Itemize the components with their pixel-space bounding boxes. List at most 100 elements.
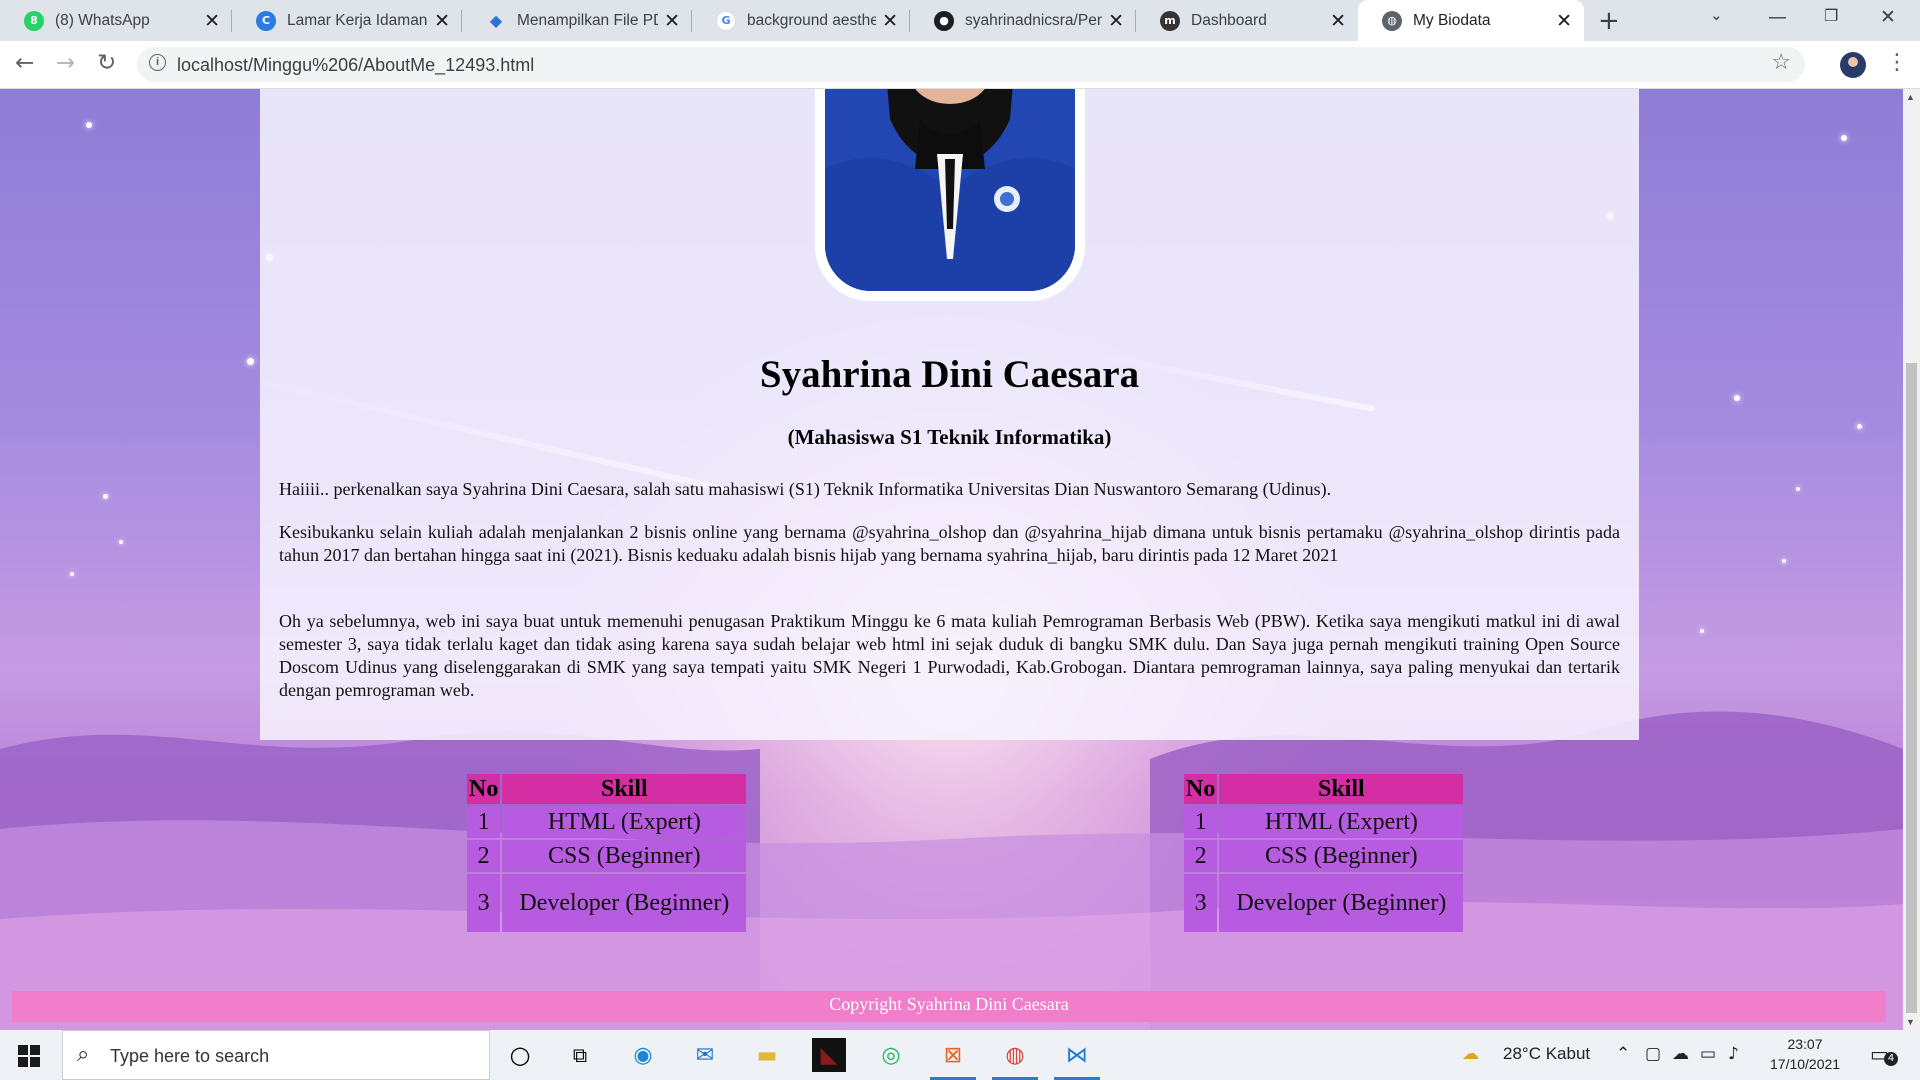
biodata-card: Syahrina Dini Caesara (Mahasiswa S1 Tekn… [260, 89, 1639, 740]
column-header-skill: Skill [502, 774, 747, 804]
google-icon: G [716, 10, 736, 31]
skill-table: No Skill 1 HTML (Expert) 2 CSS (Beginner… [1182, 772, 1465, 934]
page-subtitle: (Mahasiswa S1 Teknik Informatika) [787, 425, 1112, 449]
back-icon[interactable]: ← [15, 50, 34, 76]
skill-name: CSS (Beginner) [502, 840, 747, 872]
browser-tab-strip: 8 (8) WhatsApp ✕ C Lamar Kerja Idaman di… [0, 0, 1920, 41]
tab-dashboard[interactable]: m Dashboard ✕ [1136, 0, 1358, 41]
row-number: 2 [467, 840, 501, 872]
tab-background-aesthetic[interactable]: G background aesthetic ✕ [692, 0, 910, 41]
close-tab-icon[interactable]: ✕ [434, 10, 450, 32]
taskbar-search-box[interactable]: ⌕ Type here to search [62, 1030, 490, 1080]
meet-now-icon[interactable]: ▢ [1645, 1044, 1661, 1064]
github-icon: ● [934, 10, 954, 31]
notification-center-icon[interactable]: ▭ 4 [1870, 1042, 1898, 1066]
close-tab-icon[interactable]: ✕ [882, 10, 898, 32]
xampp-icon[interactable]: ⊠ [930, 1038, 976, 1080]
close-window-icon[interactable]: ✕ [1880, 6, 1896, 28]
clock-time: 23:07 [1787, 1036, 1823, 1052]
tab-title: Lamar Kerja Idaman di [287, 11, 428, 29]
weather-text[interactable]: 28°C Kabut [1503, 1044, 1590, 1064]
skill-name: Developer (Beginner) [1219, 874, 1464, 932]
reload-icon[interactable]: ↻ [97, 50, 116, 76]
table-row: 1 HTML (Expert) [467, 806, 747, 838]
page-footer: Copyright Syahrina Dini Caesara [12, 991, 1886, 1022]
restore-icon[interactable]: ❐ [1824, 6, 1838, 25]
table-row: 3 Developer (Beginner) [1184, 874, 1464, 932]
chrome-icon[interactable]: ◍ [992, 1038, 1038, 1080]
tab-github[interactable]: ● syahrinadnicsra/Pem ✕ [910, 0, 1136, 41]
cortana-icon[interactable]: ○ [503, 1038, 537, 1072]
row-number: 3 [467, 874, 501, 932]
tab-title: syahrinadnicsra/Pem [965, 11, 1103, 29]
volume-icon[interactable]: ♪ [1728, 1044, 1739, 1064]
clock-date: 17/10/2021 [1770, 1056, 1841, 1072]
diamond-icon: ◆ [489, 11, 503, 30]
page-viewport: Syahrina Dini Caesara (Mahasiswa S1 Tekn… [0, 89, 1903, 1030]
column-header-skill: Skill [1219, 774, 1464, 804]
table-row: 2 CSS (Beginner) [467, 840, 747, 872]
new-tab-icon[interactable]: + [1598, 6, 1620, 36]
tab-whatsapp[interactable]: 8 (8) WhatsApp ✕ [0, 0, 232, 41]
course-paragraph: Oh ya sebelumnya, web ini saya buat untu… [279, 611, 1620, 700]
close-tab-icon[interactable]: ✕ [664, 10, 680, 32]
close-tab-icon[interactable]: ✕ [1330, 10, 1346, 32]
vscode-icon[interactable]: ⋈ [1054, 1038, 1100, 1080]
table-header-row: No Skill [467, 774, 747, 804]
row-number: 1 [467, 806, 501, 838]
tab-search-chevron-icon[interactable]: ⌄ [1710, 6, 1723, 24]
vertical-scrollbar[interactable]: ▲ ▼ [1903, 89, 1920, 1030]
site-info-icon[interactable]: i [149, 54, 166, 71]
windows-taskbar: ⌕ Type here to search ○ ⧉ ◉ ✉ ▬ ◣ ◎ ⊠ ◍ … [0, 1030, 1920, 1080]
row-number: 3 [1184, 874, 1218, 932]
skill-name: Developer (Beginner) [502, 874, 747, 932]
tray-chevron-icon[interactable]: ⌃ [1616, 1044, 1630, 1064]
file-explorer-icon[interactable]: ▬ [750, 1038, 784, 1072]
system-clock[interactable]: 23:07 17/10/2021 [1770, 1034, 1840, 1074]
mail-icon[interactable]: ✉ [688, 1038, 722, 1072]
tab-title: (8) WhatsApp [55, 11, 150, 29]
windows-start-icon[interactable] [18, 1045, 40, 1067]
globe-icon: ◍ [1382, 10, 1402, 31]
network-icon[interactable]: ☁ [1672, 1044, 1689, 1064]
tab-title: background aesthetic [747, 11, 877, 29]
weather-icon[interactable]: ☁ [1462, 1044, 1479, 1064]
scrollbar-thumb[interactable] [1906, 363, 1917, 1013]
skill-name: HTML (Expert) [502, 806, 747, 838]
search-icon: ⌕ [77, 1042, 90, 1067]
close-tab-icon[interactable]: ✕ [204, 10, 220, 32]
battery-icon[interactable]: ▭ [1700, 1044, 1716, 1064]
c-logo-icon: C [256, 10, 276, 31]
business-paragraph: Kesibukanku selain kuliah adalah menjala… [279, 522, 1620, 565]
url-text[interactable]: localhost/Minggu%206/AboutMe_12493.html [177, 55, 534, 76]
browser-menu-icon[interactable]: ⋮ [1886, 50, 1908, 75]
table-row: 1 HTML (Expert) [1184, 806, 1464, 838]
scroll-down-icon[interactable]: ▼ [1906, 1017, 1915, 1027]
whatsapp-icon: 8 [24, 10, 44, 31]
task-view-icon[interactable]: ⧉ [563, 1038, 597, 1072]
forward-icon[interactable]: → [56, 50, 75, 76]
tab-title: Dashboard [1191, 11, 1267, 29]
address-bar[interactable]: i localhost/Minggu%206/AboutMe_12493.htm… [137, 47, 1805, 82]
table-row: 3 Developer (Beginner) [467, 874, 747, 932]
profile-avatar[interactable] [1840, 52, 1866, 78]
minimize-icon[interactable]: — [1768, 6, 1787, 28]
close-tab-icon[interactable]: ✕ [1556, 10, 1572, 32]
close-tab-icon[interactable]: ✕ [1108, 10, 1124, 32]
tab-my-biodata[interactable]: ◍ My Biodata ✕ [1358, 0, 1584, 41]
scroll-up-icon[interactable]: ▲ [1906, 92, 1915, 102]
bat-app-icon[interactable]: ◣ [812, 1038, 846, 1072]
table-header-row: No Skill [1184, 774, 1464, 804]
profile-photo-frame [815, 89, 1085, 301]
edge-icon[interactable]: ◉ [626, 1038, 660, 1072]
skill-name: HTML (Expert) [1219, 806, 1464, 838]
tab-title: My Biodata [1413, 11, 1491, 29]
profile-photo [825, 89, 1075, 291]
tab-lamar-kerja[interactable]: C Lamar Kerja Idaman di ✕ [232, 0, 462, 41]
tab-menampilkan-pdf[interactable]: ◆ Menampilkan File PDF ✕ [462, 0, 692, 41]
spotify-icon[interactable]: ◎ [874, 1038, 908, 1072]
address-toolbar: ← → ↻ i localhost/Minggu%206/AboutMe_124… [0, 41, 1920, 89]
skill-table: No Skill 1 HTML (Expert) 2 CSS (Beginner… [465, 772, 748, 934]
profile-photo-illustration [825, 89, 1075, 291]
bookmark-star-icon[interactable]: ☆ [1771, 50, 1791, 75]
